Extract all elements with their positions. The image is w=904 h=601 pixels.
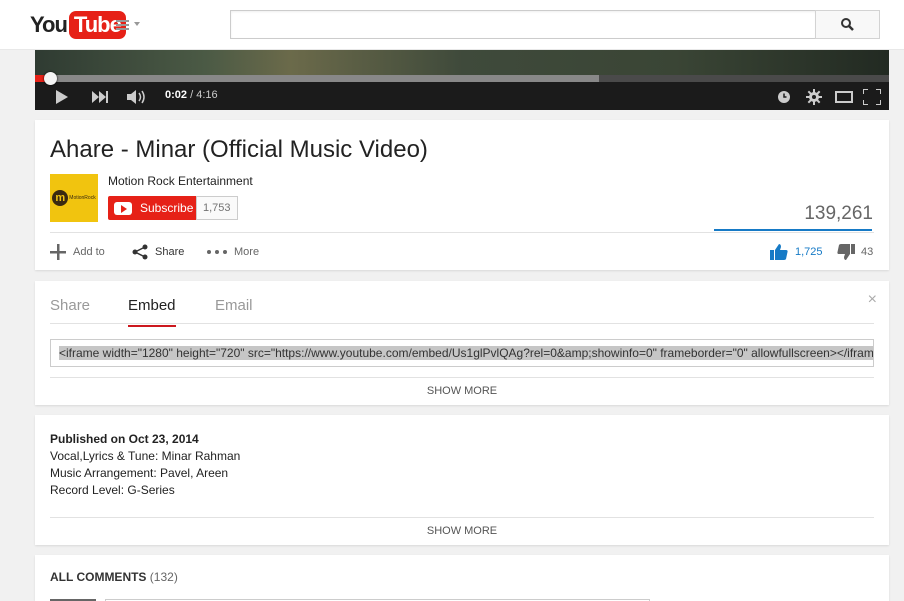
share-icon: [132, 244, 148, 260]
time-display: 0:02 / 4:16: [165, 89, 218, 101]
play-button[interactable]: [55, 88, 69, 106]
subscriber-count: 1,753: [196, 196, 238, 220]
tab-email[interactable]: Email: [215, 297, 253, 325]
settings-button[interactable]: [806, 88, 822, 106]
like-button[interactable]: 1,725: [770, 244, 823, 260]
masthead: You Tube: [0, 0, 904, 50]
subscribe-button[interactable]: Subscribe: [108, 196, 202, 220]
watch-later-button[interactable]: [778, 88, 790, 106]
logo-you-text: You: [30, 12, 68, 37]
description-line: Vocal,Lyrics & Tune: Minar Rahman: [50, 449, 241, 463]
more-dots-icon: [207, 250, 227, 254]
search-icon: [841, 18, 854, 31]
volume-button[interactable]: [127, 88, 147, 106]
avatar-logo-text: MotionRock: [69, 195, 96, 201]
published-date: Published on Oct 23, 2014: [50, 432, 199, 446]
description-card: Published on Oct 23, 2014 Vocal,Lyrics &…: [35, 415, 889, 545]
guide-menu-icon[interactable]: [116, 17, 142, 33]
comments-header: ALL COMMENTS (132): [50, 570, 178, 584]
fullscreen-button[interactable]: [863, 88, 881, 106]
more-label: More: [234, 246, 260, 258]
fullscreen-icon: [863, 89, 881, 105]
buffered-bar: [35, 75, 599, 82]
close-icon[interactable]: ×: [868, 291, 877, 309]
video-title: Ahare - Minar (Official Music Video): [50, 136, 428, 163]
like-count: 1,725: [795, 246, 823, 258]
comments-label: ALL COMMENTS: [50, 570, 147, 584]
description-show-more-button[interactable]: SHOW MORE: [35, 525, 889, 537]
next-button[interactable]: [92, 88, 108, 106]
embed-code-text: <iframe width="1280" height="720" src="h…: [59, 346, 873, 360]
avatar-logo-mark: m: [52, 190, 69, 206]
video-info-card: Ahare - Minar (Official Music Video) m M…: [35, 120, 889, 270]
video-frame[interactable]: [35, 50, 889, 75]
info-divider: [50, 232, 874, 233]
thumbs-up-icon: [770, 244, 788, 260]
description-line: Record Level: G-Series: [50, 483, 175, 497]
more-button[interactable]: More: [207, 244, 259, 260]
channel-avatar[interactable]: m MotionRock: [50, 174, 98, 222]
comments-count: (132): [149, 570, 178, 584]
dislike-count: 43: [861, 246, 874, 258]
current-time: 0:02: [165, 89, 188, 101]
thumbs-down-icon: [837, 244, 855, 260]
search-input[interactable]: [230, 10, 816, 39]
volume-icon: [127, 90, 145, 104]
theater-mode-button[interactable]: [835, 88, 853, 106]
add-to-label: Add to: [73, 246, 105, 258]
scrubber-handle[interactable]: [44, 72, 57, 85]
channel-name[interactable]: Motion Rock Entertainment: [108, 174, 253, 188]
embed-divider: [50, 377, 874, 378]
description-divider: [50, 517, 874, 518]
add-to-button[interactable]: Add to: [50, 244, 105, 260]
view-count: 139,261: [804, 203, 873, 224]
share-button[interactable]: Share: [132, 244, 184, 260]
share-label: Share: [155, 246, 185, 258]
clock-icon: [778, 91, 790, 103]
theater-icon: [835, 91, 853, 103]
tabs-divider: [50, 323, 874, 324]
embed-code-field[interactable]: <iframe width="1280" height="720" src="h…: [50, 339, 874, 367]
time-separator: /: [187, 89, 197, 101]
description-line: Music Arrangement: Pavel, Areen: [50, 466, 229, 480]
duration: 4:16: [196, 89, 218, 101]
gear-icon: [806, 89, 822, 105]
tab-share[interactable]: Share: [50, 297, 90, 325]
comments-card: ALL COMMENTS (132): [35, 555, 889, 601]
search-button[interactable]: [815, 10, 880, 39]
youtube-play-icon: [114, 201, 132, 215]
sentiment-bar: [714, 229, 872, 231]
next-icon: [92, 91, 108, 103]
plus-icon: [50, 244, 66, 260]
dislike-button[interactable]: 43: [837, 244, 873, 260]
play-icon: [56, 90, 68, 104]
embed-show-more-button[interactable]: SHOW MORE: [35, 385, 889, 397]
youtube-logo[interactable]: You Tube: [30, 11, 126, 39]
video-player[interactable]: 0:02 / 4:16: [35, 50, 889, 110]
share-panel: Share Embed Email × <iframe width="1280"…: [35, 281, 889, 405]
subscribe-label: Subscribe: [140, 201, 194, 215]
